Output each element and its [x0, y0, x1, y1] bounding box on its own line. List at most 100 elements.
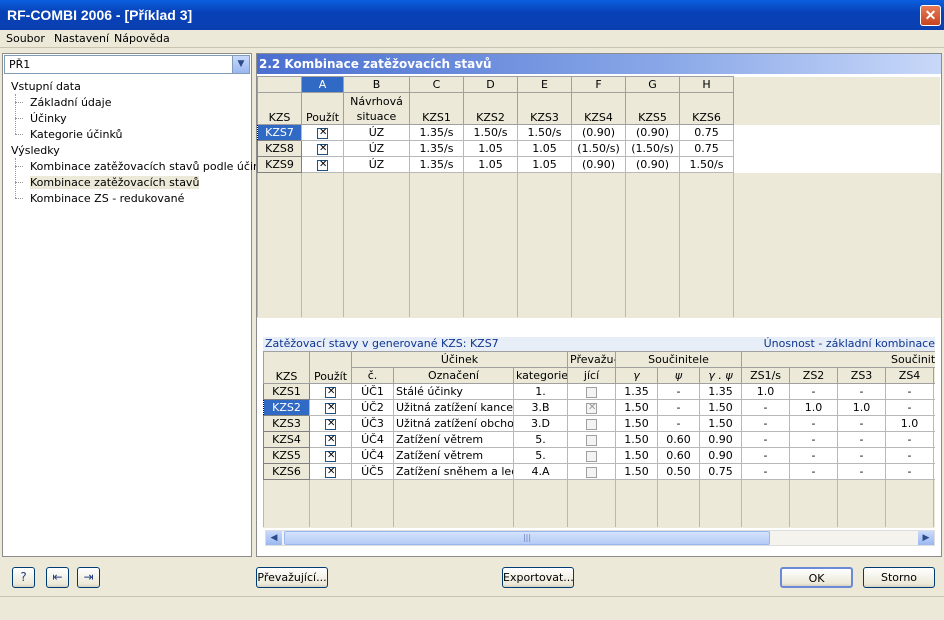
lower-gamma-psi[interactable]: 1.50 — [699, 399, 743, 416]
lower-gamma[interactable]: 1.35 — [615, 383, 659, 400]
lower-psi[interactable]: - — [657, 415, 701, 432]
upper-row-header[interactable]: KZS9 — [257, 156, 302, 173]
lower-gamma[interactable]: 1.50 — [615, 399, 659, 416]
lower-gamma-psi[interactable]: 1.50 — [699, 415, 743, 432]
lower-use-cell[interactable] — [309, 447, 352, 464]
lower-zs-cell[interactable]: - — [741, 415, 791, 432]
lower-psi[interactable]: 0.60 — [657, 431, 701, 448]
lower-row-header[interactable]: KZS4 — [263, 431, 310, 448]
upper-factor-cell[interactable]: (0.90) — [571, 124, 626, 141]
upper-factor-cell[interactable]: 1.05 — [463, 140, 518, 157]
lower-gamma[interactable]: 1.50 — [615, 463, 659, 480]
menu-napoveda[interactable]: Nápověda — [114, 32, 170, 45]
scroll-thumb[interactable]: ||| — [284, 531, 770, 545]
upper-factor-cell[interactable]: 1.05 — [463, 156, 518, 173]
lower-effect-no[interactable]: ÚČ5 — [351, 463, 394, 480]
lower-zs-cell[interactable]: - — [837, 447, 887, 464]
lower-use-cell[interactable] — [309, 399, 352, 416]
tree-item-comb-by-effects[interactable]: Kombinace zatěžovacích stavů podle účink… — [30, 160, 273, 173]
lower-use-cell[interactable] — [309, 415, 352, 432]
upper-factor-cell[interactable]: 1.50/s — [517, 124, 572, 141]
dominant-button[interactable]: Převažující... — [256, 567, 328, 588]
col-letter-d[interactable]: D — [463, 76, 518, 93]
use-checkbox[interactable] — [325, 466, 336, 478]
lower-gamma[interactable]: 1.50 — [615, 415, 659, 432]
scroll-left-icon[interactable]: ◀ — [266, 531, 282, 545]
lower-zs-cell[interactable]: 1.0 — [837, 399, 887, 416]
scroll-right-icon[interactable]: ▶ — [918, 531, 934, 545]
lower-gamma-psi[interactable]: 0.90 — [699, 447, 743, 464]
lower-zs-cell[interactable]: - — [837, 415, 887, 432]
col-letter-g[interactable]: G — [625, 76, 680, 93]
upper-factor-cell[interactable]: 1.05 — [517, 156, 572, 173]
upper-factor-cell[interactable]: (1.50/s) — [571, 140, 626, 157]
lower-zs-cell[interactable]: - — [789, 447, 839, 464]
dominant-checkbox[interactable] — [586, 450, 598, 462]
tree-item-effects[interactable]: Účinky — [30, 112, 67, 125]
upper-factor-cell[interactable]: (0.90) — [571, 156, 626, 173]
upper-factor-cell[interactable]: (0.90) — [625, 156, 680, 173]
lower-psi[interactable]: - — [657, 383, 701, 400]
close-button[interactable]: ✕ — [920, 5, 941, 26]
lower-zs-cell[interactable]: - — [885, 431, 935, 448]
lower-zs-cell[interactable]: - — [837, 383, 887, 400]
lower-zs-cell[interactable]: - — [741, 431, 791, 448]
lower-category[interactable]: 1. — [512, 383, 569, 400]
lower-dominant-cell[interactable] — [567, 431, 617, 448]
use-checkbox[interactable] — [325, 450, 336, 462]
lower-zs-cell[interactable]: - — [789, 431, 839, 448]
lower-use-cell[interactable] — [309, 431, 352, 448]
use-checkbox[interactable] — [325, 402, 336, 414]
lower-category[interactable]: 3.B — [512, 399, 569, 416]
lower-effect-name[interactable]: Zatížení větrem — [393, 431, 514, 448]
lower-category[interactable]: 3.D — [512, 415, 569, 432]
lower-category[interactable]: 4.A — [512, 463, 569, 480]
lower-effect-no[interactable]: ÚČ4 — [351, 447, 394, 464]
dominant-checkbox[interactable] — [586, 418, 598, 430]
lower-zs-cell[interactable]: - — [789, 463, 839, 480]
upper-row-header[interactable]: KZS7 — [257, 124, 302, 141]
menu-nastaveni[interactable]: Nastavení — [54, 32, 109, 45]
lower-effect-name[interactable]: Užitná zatížení obchod — [393, 415, 514, 432]
lower-zs-cell[interactable]: - — [837, 463, 887, 480]
lower-zs-cell[interactable]: - — [885, 383, 935, 400]
tree-input-data[interactable]: Vstupní data — [11, 80, 81, 93]
prev-window-button[interactable]: ⇤ — [46, 567, 69, 588]
lower-effect-name[interactable]: Zatížení větrem — [393, 447, 514, 464]
tree-item-basic[interactable]: Základní údaje — [30, 96, 111, 109]
lower-gamma[interactable]: 1.50 — [615, 431, 659, 448]
use-checkbox[interactable] — [317, 143, 328, 155]
lower-category[interactable]: 5. — [512, 447, 569, 464]
lower-use-cell[interactable] — [309, 383, 352, 400]
lower-zs-cell[interactable]: - — [741, 399, 791, 416]
lower-dominant-cell[interactable] — [567, 399, 617, 416]
lower-zs-cell[interactable]: - — [885, 399, 935, 416]
upper-row-header[interactable]: KZS8 — [257, 140, 302, 157]
tree-item-comb-reduced[interactable]: Kombinace ZS - redukované — [30, 192, 184, 205]
use-checkbox[interactable] — [325, 386, 336, 398]
lower-effect-no[interactable]: ÚČ3 — [351, 415, 394, 432]
cancel-button[interactable]: Storno — [863, 567, 935, 588]
menu-soubor[interactable]: Soubor — [6, 32, 45, 45]
upper-factor-cell[interactable]: 0.75 — [679, 140, 734, 157]
lower-use-cell[interactable] — [309, 463, 352, 480]
lower-row-header[interactable]: KZS5 — [263, 447, 310, 464]
chevron-down-icon[interactable]: ▼ — [232, 56, 249, 73]
lower-gamma[interactable]: 1.50 — [615, 447, 659, 464]
col-letter-h[interactable]: H — [679, 76, 734, 93]
dominant-checkbox[interactable] — [586, 434, 598, 446]
lower-effect-no[interactable]: ÚČ1 — [351, 383, 394, 400]
dominant-checkbox[interactable] — [586, 466, 598, 478]
tree-item-comb-load-cases[interactable]: Kombinace zatěžovacích stavů — [30, 176, 200, 189]
use-checkbox[interactable] — [317, 159, 328, 171]
upper-factor-cell[interactable]: 1.50/s — [463, 124, 518, 141]
next-window-button[interactable]: ⇥ — [77, 567, 100, 588]
lower-psi[interactable]: 0.60 — [657, 447, 701, 464]
lower-psi[interactable]: - — [657, 399, 701, 416]
upper-factor-cell[interactable]: (1.50/s) — [625, 140, 680, 157]
lower-row-header[interactable]: KZS2 — [263, 399, 310, 416]
upper-factor-cell[interactable]: 1.35/s — [409, 124, 464, 141]
help-button[interactable]: ? — [12, 567, 35, 588]
lower-zs-cell[interactable]: - — [789, 383, 839, 400]
lower-gamma-psi[interactable]: 1.35 — [699, 383, 743, 400]
